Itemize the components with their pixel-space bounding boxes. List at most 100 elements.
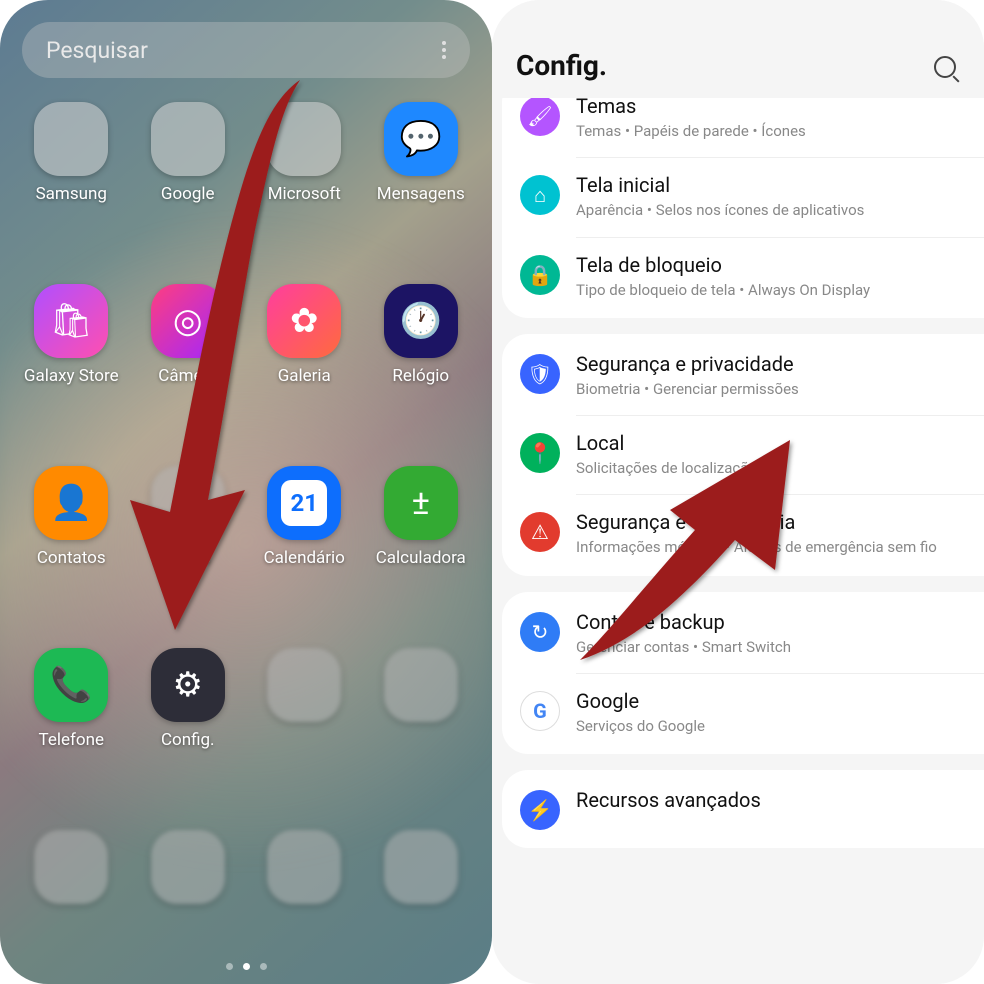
settings-item-temas[interactable]: 🖌 Temas Temas • Papéis de parede • Ícones bbox=[502, 98, 984, 157]
settings-screen: Config. 🖌 Temas Temas • Papéis de parede •… bbox=[492, 0, 984, 984]
folder-icon bbox=[267, 102, 341, 176]
app-icon: ± bbox=[384, 466, 458, 540]
settings-item-recursos-avan-ados[interactable]: ⚡ Recursos avançados bbox=[502, 772, 984, 846]
settings-group: 🖌 Temas Temas • Papéis de parede • Ícones ⌂… bbox=[502, 98, 984, 318]
settings-icon: ⚠ bbox=[520, 512, 560, 552]
settings-item-title: Tela de bloqueio bbox=[576, 253, 870, 277]
app-icon: 🛍 bbox=[34, 284, 108, 358]
app-c-mera[interactable]: ◎Câmera bbox=[135, 284, 242, 422]
settings-item-seguran-a-e-privacidade[interactable]: 🛡 Segurança e privacidade Biometria • Gere… bbox=[502, 336, 984, 415]
settings-group: 🛡 Segurança e privacidade Biometria • Gere… bbox=[502, 334, 984, 576]
app-telefone[interactable]: 📞 Telefone bbox=[18, 648, 125, 786]
app-icon: 💬 bbox=[384, 102, 458, 176]
search-bar[interactable]: Pesquisar bbox=[22, 22, 470, 78]
app-label: Calendário bbox=[264, 548, 345, 568]
app-label: Calculadora bbox=[376, 548, 466, 568]
app-rel-gio[interactable]: 🕐 Relógio bbox=[368, 284, 475, 422]
settings-icon: ↻ bbox=[520, 612, 560, 652]
settings-item-subtitle: Biometria • Gerenciar permissões bbox=[576, 379, 799, 399]
app-calend-rio[interactable]: 21 Calendário bbox=[251, 466, 358, 604]
app-icon: 🕐 bbox=[384, 284, 458, 358]
more-icon[interactable] bbox=[442, 41, 446, 59]
settings-item-google[interactable]: G Google Serviços do Google bbox=[502, 673, 984, 752]
app-grid: Samsung Google Microsoft 💬 Mensagens 🛍 Galaxy … bbox=[18, 100, 474, 948]
settings-item-contas-e-backup[interactable]: ↻ Contas e backup Gerenciar contas • Smart… bbox=[502, 594, 984, 673]
app-blurred[interactable] bbox=[368, 830, 475, 948]
app-blurred[interactable] bbox=[368, 648, 475, 786]
app-icon: 📞 bbox=[34, 648, 108, 722]
settings-icon: 🖌 bbox=[520, 98, 560, 136]
app-label: Relógio bbox=[392, 366, 449, 386]
folder-icon bbox=[151, 102, 225, 176]
settings-header: Config. bbox=[492, 0, 984, 98]
blurred-app-icon bbox=[34, 830, 108, 904]
app-icon: 👤 bbox=[34, 466, 108, 540]
settings-item-subtitle: Serviços do Google bbox=[576, 716, 705, 736]
app-blurred[interactable] bbox=[18, 830, 125, 948]
settings-item-title: Segurança e privacidade bbox=[576, 352, 799, 376]
blurred-app-icon bbox=[151, 830, 225, 904]
settings-item-subtitle: Solicitações de localização bbox=[576, 458, 757, 478]
settings-item-subtitle: Aparência • Selos nos ícones de aplicati… bbox=[576, 200, 864, 220]
page-title: Config. bbox=[516, 49, 607, 82]
settings-item-title: Segurança e emergência bbox=[576, 510, 937, 534]
settings-icon: 📍 bbox=[520, 433, 560, 473]
blurred-app-icon bbox=[267, 830, 341, 904]
app-config-[interactable]: ⚙ Config. bbox=[135, 648, 242, 786]
app-blurred[interactable] bbox=[251, 648, 358, 786]
settings-item-subtitle: Tipo de bloqueio de tela • Always On Dis… bbox=[576, 280, 870, 300]
settings-icon: ⌂ bbox=[520, 175, 560, 215]
settings-item-local[interactable]: 📍LocalSolicitações de localização bbox=[502, 415, 984, 494]
search-icon[interactable] bbox=[934, 56, 960, 82]
settings-list[interactable]: 🖌 Temas Temas • Papéis de parede • Ícones ⌂… bbox=[502, 98, 984, 984]
blurred-app-icon bbox=[151, 466, 225, 540]
settings-item-title: Google bbox=[576, 689, 705, 713]
settings-group: ⚡ Recursos avançados bbox=[502, 770, 984, 848]
settings-icon: G bbox=[520, 691, 560, 731]
folder-icon bbox=[34, 102, 108, 176]
app-icon: ◎ bbox=[151, 284, 225, 358]
search-placeholder: Pesquisar bbox=[46, 37, 148, 64]
app-icon: ⚙ bbox=[151, 648, 225, 722]
app-label: Galeria bbox=[278, 366, 331, 386]
app-galeria[interactable]: ✿ Galeria bbox=[251, 284, 358, 422]
app-blurred[interactable] bbox=[251, 830, 358, 948]
settings-item-subtitle: Informações médicas • Alertas de emergên… bbox=[576, 537, 937, 557]
app-label: Google bbox=[161, 184, 215, 204]
app-label: Microsoft bbox=[268, 184, 341, 204]
app-icon: ✿ bbox=[267, 284, 341, 358]
settings-item-subtitle: Temas • Papéis de parede • Ícones bbox=[576, 121, 806, 141]
settings-item-tela-de-bloqueio[interactable]: 🔒 Tela de bloqueio Tipo de bloqueio de tel… bbox=[502, 237, 984, 316]
settings-item-subtitle: Gerenciar contas • Smart Switch bbox=[576, 637, 791, 657]
app-notas[interactable]: Notas bbox=[135, 466, 242, 604]
app-google[interactable]: Google bbox=[135, 102, 242, 240]
settings-item-title: Tela inicial bbox=[576, 173, 864, 197]
app-mensagens[interactable]: 💬 Mensagens bbox=[368, 102, 475, 240]
app-label: Samsung bbox=[36, 184, 107, 204]
app-label: Notas bbox=[165, 548, 210, 568]
blurred-app-icon bbox=[384, 648, 458, 722]
app-blurred[interactable] bbox=[135, 830, 242, 948]
app-samsung[interactable]: Samsung bbox=[18, 102, 125, 240]
app-galaxy-store[interactable]: 🛍 Galaxy Store bbox=[18, 284, 125, 422]
settings-item-title: Contas e backup bbox=[576, 610, 791, 634]
settings-icon: 🛡 bbox=[520, 354, 560, 394]
app-calculadora[interactable]: ± Calculadora bbox=[368, 466, 475, 604]
app-label: Galaxy Store bbox=[24, 366, 119, 386]
app-icon: 21 bbox=[267, 466, 341, 540]
blurred-app-icon bbox=[384, 830, 458, 904]
app-microsoft[interactable]: Microsoft bbox=[251, 102, 358, 240]
app-label: Telefone bbox=[39, 730, 105, 750]
app-label: Contatos bbox=[37, 548, 106, 568]
app-contatos[interactable]: 👤 Contatos bbox=[18, 466, 125, 604]
settings-item-title: Temas bbox=[576, 98, 806, 118]
settings-item-tela-inicial[interactable]: ⌂ Tela inicial Aparência • Selos nos ícone… bbox=[502, 157, 984, 236]
blurred-app-icon bbox=[267, 648, 341, 722]
app-label: Mensagens bbox=[377, 184, 465, 204]
settings-icon: 🔒 bbox=[520, 255, 560, 295]
app-label: Config. bbox=[161, 730, 215, 750]
settings-item-seguran-a-e-emerg-ncia[interactable]: ⚠ Segurança e emergência Informações médic… bbox=[502, 494, 984, 573]
page-indicator bbox=[0, 963, 492, 970]
settings-icon: ⚡ bbox=[520, 790, 560, 830]
settings-item-title: Recursos avançados bbox=[576, 788, 761, 812]
